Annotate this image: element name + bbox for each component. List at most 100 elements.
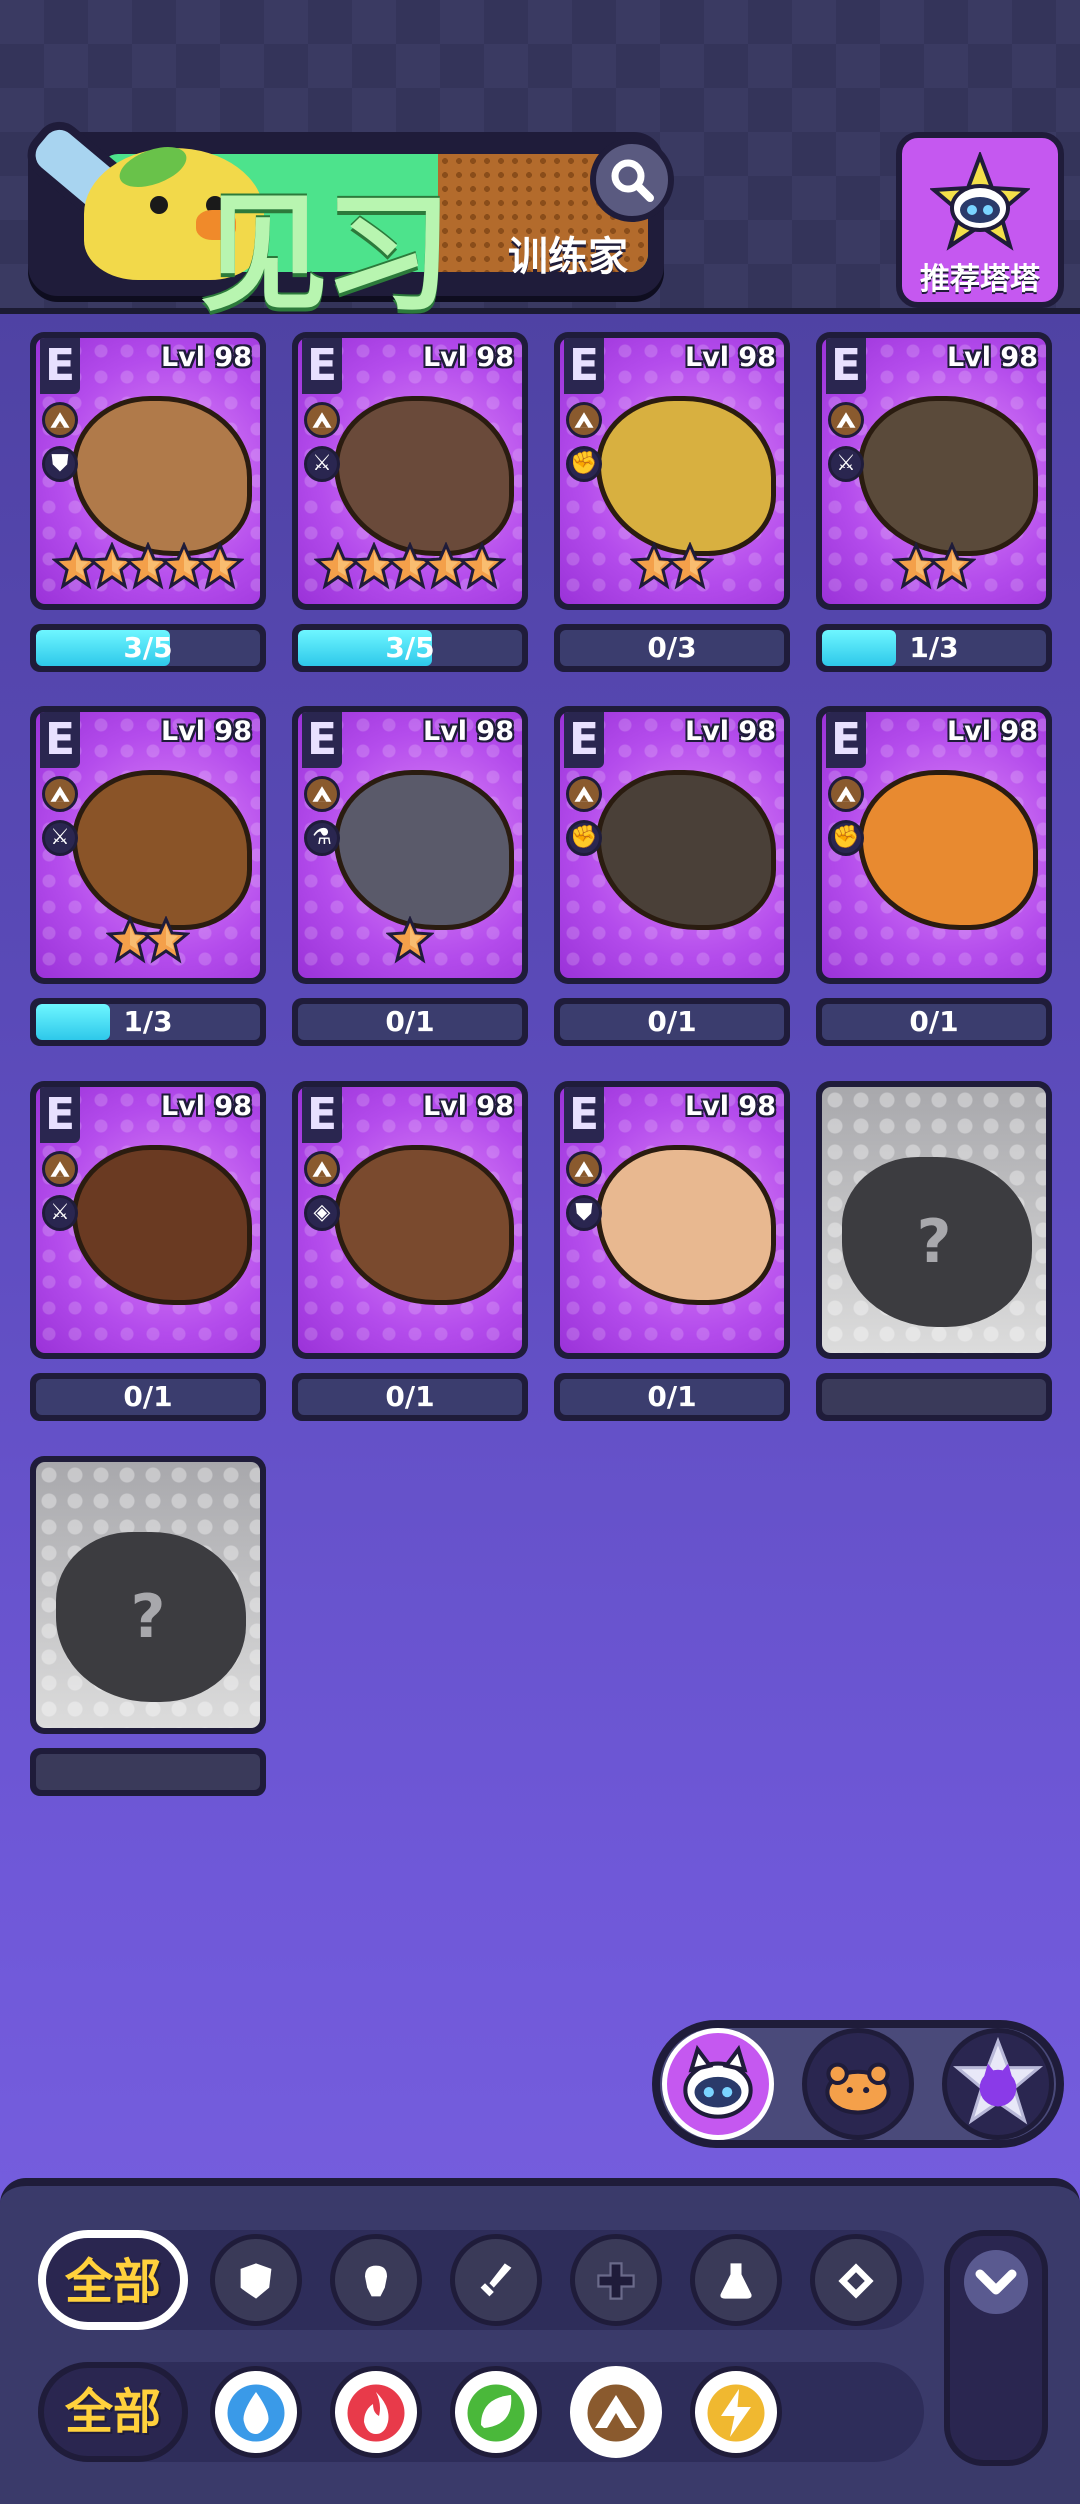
locked-card[interactable]: ?	[816, 1081, 1052, 1359]
card-art: E Lvl 98 ⚔	[822, 338, 1046, 604]
creature-portrait	[858, 770, 1038, 930]
earth-icon	[828, 402, 864, 438]
creature-portrait	[72, 396, 252, 556]
creature-portrait	[72, 1145, 252, 1305]
card-art: E Lvl 98 ⚔	[298, 338, 522, 604]
shard-progress-bar: 1/3	[816, 624, 1052, 672]
creature-portrait	[334, 1145, 514, 1305]
shard-progress-bar: 0/1	[554, 998, 790, 1046]
star-rating	[36, 915, 260, 978]
progress-track: 0/1	[560, 1379, 784, 1415]
progress-text: 0/1	[123, 1380, 173, 1413]
creature-card[interactable]: E Lvl 98 ⚔	[816, 332, 1052, 610]
level-label: Lvl 98	[946, 342, 1038, 373]
star-rating	[560, 541, 784, 604]
progress-track: 3/5	[298, 630, 522, 666]
recommend-button[interactable]: 推荐塔塔	[896, 132, 1064, 308]
rank-letter: E	[40, 712, 80, 768]
earth-icon	[304, 1151, 340, 1187]
card-art: E Lvl 98 ⛊	[560, 1087, 784, 1353]
rank-letter: E	[302, 1087, 342, 1143]
role-filter-fist[interactable]	[330, 2234, 422, 2326]
earth-icon	[828, 776, 864, 812]
creature-card[interactable]: E Lvl 98 ⚔	[292, 332, 528, 610]
star-cat-icon	[952, 2036, 1044, 2125]
progress-track: 0/1	[560, 1004, 784, 1040]
level-label: Lvl 98	[422, 716, 514, 747]
locked-card-art: ?	[36, 1462, 260, 1728]
role-filter-sword[interactable]	[450, 2234, 542, 2326]
role-filter-row: 全部	[38, 2230, 924, 2330]
rank-letter: E	[40, 338, 80, 394]
progress-text: 3/5	[123, 631, 173, 664]
earth-icon	[42, 402, 78, 438]
role-filter-flask[interactable]	[690, 2234, 782, 2326]
role-filter-diamond[interactable]	[810, 2234, 902, 2326]
creature-portrait	[596, 1145, 776, 1305]
creature-portrait	[334, 396, 514, 556]
role-filter-plus[interactable]	[570, 2234, 662, 2326]
creature-card[interactable]: E Lvl 98 ✊	[816, 706, 1052, 984]
level-label: Lvl 98	[160, 342, 252, 373]
unknown-mark: ?	[130, 1582, 166, 1652]
element-filter-fire[interactable]	[330, 2366, 422, 2458]
element-filter-water[interactable]	[210, 2366, 302, 2458]
creature-portrait	[858, 396, 1038, 556]
creature-card[interactable]: E Lvl 98 ✊	[554, 706, 790, 984]
flask-icon: ⚗	[304, 820, 340, 856]
sword-icon	[480, 2263, 512, 2297]
progress-text: 0/3	[647, 631, 697, 664]
rank-letter: E	[826, 338, 866, 394]
element-filter-grass[interactable]	[450, 2366, 542, 2458]
shard-progress-bar: 0/1	[292, 998, 528, 1046]
creature-card[interactable]: E Lvl 98 ⚔	[30, 706, 266, 984]
creature-card[interactable]: E Lvl 98 ✊	[554, 332, 790, 610]
creature-card[interactable]: E Lvl 98 ⚔	[30, 1081, 266, 1359]
switch-option-star-cat[interactable]	[942, 2028, 1054, 2140]
locked-card[interactable]: ?	[30, 1456, 266, 1734]
fist-icon	[365, 2265, 387, 2297]
star-icon	[927, 541, 977, 590]
star-icon	[385, 915, 435, 964]
earth-icon	[304, 402, 340, 438]
progress-track	[822, 1379, 1046, 1415]
star-icon	[457, 541, 507, 590]
progress-track: 0/1	[298, 1004, 522, 1040]
creature-card[interactable]: E Lvl 98 ◈	[292, 1081, 528, 1359]
earth-icon	[42, 1151, 78, 1187]
card-art: E Lvl 98 ⚔	[36, 1087, 260, 1353]
chevron-down-icon	[964, 2250, 1028, 2314]
role-all-button[interactable]: 全部	[38, 2230, 188, 2330]
shard-progress-bar: 0/1	[292, 1373, 528, 1421]
shard-progress-bar: 0/1	[816, 998, 1052, 1046]
star-icon	[195, 541, 245, 590]
shield-icon: ⛊	[42, 446, 78, 482]
search-button[interactable]	[590, 138, 674, 222]
creature-card[interactable]: E Lvl 98 ⛊	[30, 332, 266, 610]
progress-text: 0/1	[385, 1380, 435, 1413]
level-label: Lvl 98	[684, 716, 776, 747]
element-filter-electric[interactable]	[690, 2366, 782, 2458]
rank-subtitle: 训练家	[508, 234, 628, 280]
role-filter-shield[interactable]	[210, 2234, 302, 2326]
rank-title: 见习	[200, 180, 452, 329]
electric-icon	[707, 2384, 765, 2442]
switch-option-robot-cat[interactable]	[662, 2028, 774, 2140]
creature-card[interactable]: E Lvl 98 ⚗	[292, 706, 528, 984]
progress-track: 0/3	[560, 630, 784, 666]
progress-track: 1/3	[822, 630, 1046, 666]
bread-icon	[825, 2062, 891, 2115]
rank-letter: E	[302, 712, 342, 768]
element-all-button[interactable]: 全部	[38, 2362, 188, 2462]
creature-card[interactable]: E Lvl 98 ⛊	[554, 1081, 790, 1359]
creature-portrait	[334, 770, 514, 930]
star-icon	[141, 915, 191, 964]
star-rating	[298, 915, 522, 978]
rank-letter: E	[826, 712, 866, 768]
collapse-filter-button[interactable]	[944, 2230, 1048, 2466]
level-label: Lvl 98	[946, 716, 1038, 747]
progress-track: 0/1	[822, 1004, 1046, 1040]
element-filter-earth[interactable]	[570, 2366, 662, 2458]
level-label: Lvl 98	[684, 1091, 776, 1122]
switch-option-bread[interactable]	[802, 2028, 914, 2140]
